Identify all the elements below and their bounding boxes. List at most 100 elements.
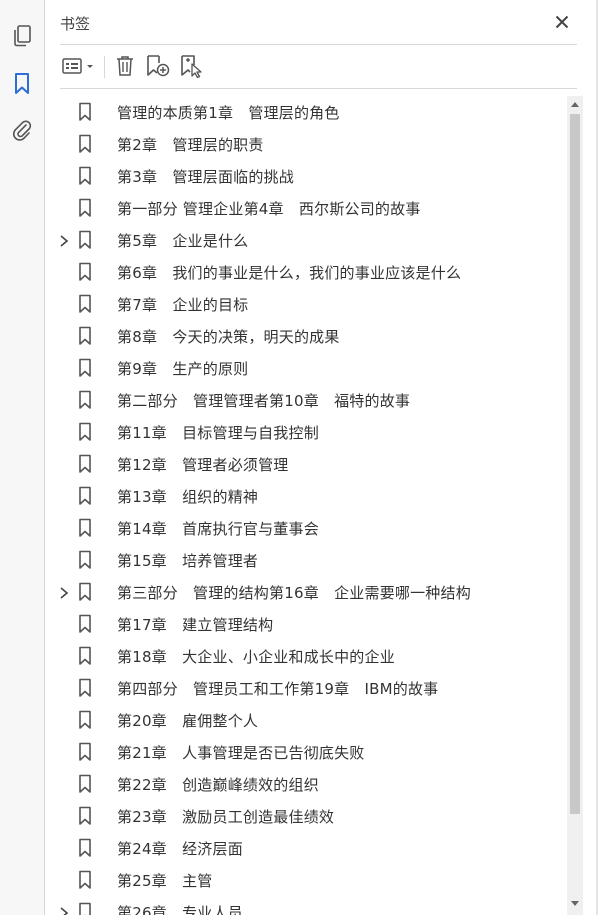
bookmark-item[interactable]: 第25章 主管 [45,864,565,896]
bookmark-item[interactable]: 第21章 人事管理是否已告彻底失败 [45,736,565,768]
bookmark-icon [78,422,92,442]
divider [60,88,577,89]
bookmark-item[interactable]: 第14章 首席执行官与董事会 [45,512,565,544]
bookmark-item[interactable]: 第26章 专业人员 [45,896,565,915]
bookmark-item[interactable]: 第四部分 管理员工和工作第19章 IBM的故事 [45,672,565,704]
bookmark-icon [78,806,92,826]
bookmark-icon [78,870,92,890]
chevron-right-icon[interactable] [58,905,70,915]
bookmark-label: 第14章 首席执行官与董事会 [117,520,319,538]
bookmarks-panel: 书签 管理的本质第1章 管理层的角色 第2章 管理层的职责第3章 管理层面临的挑战… [45,0,598,915]
bookmark-label: 第四部分 管理员工和工作第19章 IBM的故事 [117,680,439,698]
divider [60,44,577,45]
scrollbar-thumb[interactable] [570,114,580,814]
bookmark-icon [78,614,92,634]
bookmark-item[interactable]: 第一部分 管理企业第4章 西尔斯公司的故事 [45,192,565,224]
bookmark-label: 管理的本质第1章 管理层的角色 [117,104,340,122]
bookmark-item[interactable]: 第三部分 管理的结构第16章 企业需要哪一种结构 [45,576,565,608]
bookmark-label: 第13章 组织的精神 [117,488,259,506]
bookmark-item[interactable]: 第17章 建立管理结构 [45,608,565,640]
bookmark-icon [78,166,92,186]
bookmark-icon [78,774,92,794]
bookmark-item[interactable]: 第二部分 管理管理者第10章 福特的故事 [45,384,565,416]
chevron-right-icon[interactable] [58,233,70,247]
bookmark-label: 第22章 创造巅峰绩效的组织 [117,776,319,794]
bookmark-icon [78,838,92,858]
bookmark-icon [78,902,92,915]
bookmark-item[interactable]: 第3章 管理层面临的挑战 [45,160,565,192]
new-bookmark-icon[interactable] [144,52,172,80]
bookmark-item[interactable]: 第13章 组织的精神 [45,480,565,512]
bookmark-label: 第15章 培养管理者 [117,552,259,570]
bookmark-icon [78,294,92,314]
scroll-up-icon[interactable] [567,96,583,112]
delete-bookmark-icon[interactable] [112,52,138,80]
bookmark-item[interactable]: 第9章 生产的原则 [45,352,565,384]
bookmark-icon [78,550,92,570]
bookmark-item[interactable]: 第6章 我们的事业是什么，我们的事业应该是什么 [45,256,565,288]
bookmark-label: 第20章 雇佣整个人 [117,712,259,730]
bookmark-item[interactable]: 第22章 创造巅峰绩效的组织 [45,768,565,800]
toolbar-separator [104,56,105,78]
bookmark-icon [78,646,92,666]
bookmark-item[interactable]: 第12章 管理者必须管理 [45,448,565,480]
bookmark-label: 第6章 我们的事业是什么，我们的事业应该是什么 [117,264,462,282]
bookmark-label: 第9章 生产的原则 [117,360,249,378]
bookmark-item[interactable]: 第8章 今天的决策，明天的成果 [45,320,565,352]
bookmark-item[interactable]: 第7章 企业的目标 [45,288,565,320]
bookmark-label: 第12章 管理者必须管理 [117,456,289,474]
bookmark-label: 第24章 经济层面 [117,840,243,858]
navigation-rail [0,0,45,915]
bookmark-icon [78,678,92,698]
bookmark-label: 第8章 今天的决策，明天的成果 [117,328,340,346]
bookmark-icon [78,230,92,250]
bookmark-icon [78,198,92,218]
bookmark-label: 第二部分 管理管理者第10章 福特的故事 [117,392,411,410]
bookmark-item[interactable]: 第18章 大企业、小企业和成长中的企业 [45,640,565,672]
bookmark-icon [78,518,92,538]
bookmark-icon [78,710,92,730]
bookmark-icon [78,358,92,378]
bookmark-icon [78,486,92,506]
bookmark-icon [78,454,92,474]
bookmark-item[interactable]: 第24章 经济层面 [45,832,565,864]
new-bookmark-from-structure-icon[interactable] [178,52,206,80]
bookmark-icon [78,582,92,602]
bookmark-list: 管理的本质第1章 管理层的角色 第2章 管理层的职责第3章 管理层面临的挑战第一部… [45,96,565,915]
bookmark-item[interactable]: 第11章 目标管理与自我控制 [45,416,565,448]
bookmark-label: 第5章 企业是什么 [117,232,249,250]
bookmark-icon [78,262,92,282]
attachment-icon[interactable] [10,118,34,142]
bookmark-icon [78,390,92,410]
options-menu-icon[interactable] [60,52,98,80]
bookmark-icon[interactable] [10,72,34,96]
bookmark-label: 第18章 大企业、小企业和成长中的企业 [117,648,395,666]
bookmark-item[interactable]: 第15章 培养管理者 [45,544,565,576]
bookmark-icon [78,102,92,122]
bookmark-icon [78,134,92,154]
bookmark-item[interactable]: 第2章 管理层的职责 [45,128,565,160]
vertical-scrollbar[interactable] [567,96,583,915]
bookmark-label: 第11章 目标管理与自我控制 [117,424,319,442]
bookmark-label: 第17章 建立管理结构 [117,616,274,634]
bookmark-label: 第26章 专业人员 [117,904,243,915]
panel-title: 书签 [60,15,91,33]
close-icon[interactable] [550,10,574,34]
bookmark-item[interactable]: 第20章 雇佣整个人 [45,704,565,736]
scroll-down-icon[interactable] [567,896,583,912]
bookmark-label: 第三部分 管理的结构第16章 企业需要哪一种结构 [117,584,471,602]
pages-icon[interactable] [10,24,34,48]
bookmark-label: 第21章 人事管理是否已告彻底失败 [117,744,365,762]
bookmark-label: 第2章 管理层的职责 [117,136,264,154]
bookmark-label: 第3章 管理层面临的挑战 [117,168,294,186]
bookmark-label: 第23章 激励员工创造最佳绩效 [117,808,335,826]
bookmark-item[interactable]: 第23章 激励员工创造最佳绩效 [45,800,565,832]
bookmark-icon [78,742,92,762]
bookmark-icon [78,326,92,346]
bookmark-label: 第7章 企业的目标 [117,296,249,314]
bookmark-label: 第一部分 管理企业第4章 西尔斯公司的故事 [117,200,421,218]
bookmark-item[interactable]: 第5章 企业是什么 [45,224,565,256]
bookmark-item[interactable]: 管理的本质第1章 管理层的角色 [45,96,565,128]
chevron-right-icon[interactable] [58,585,70,599]
bookmark-label: 第25章 主管 [117,872,213,890]
